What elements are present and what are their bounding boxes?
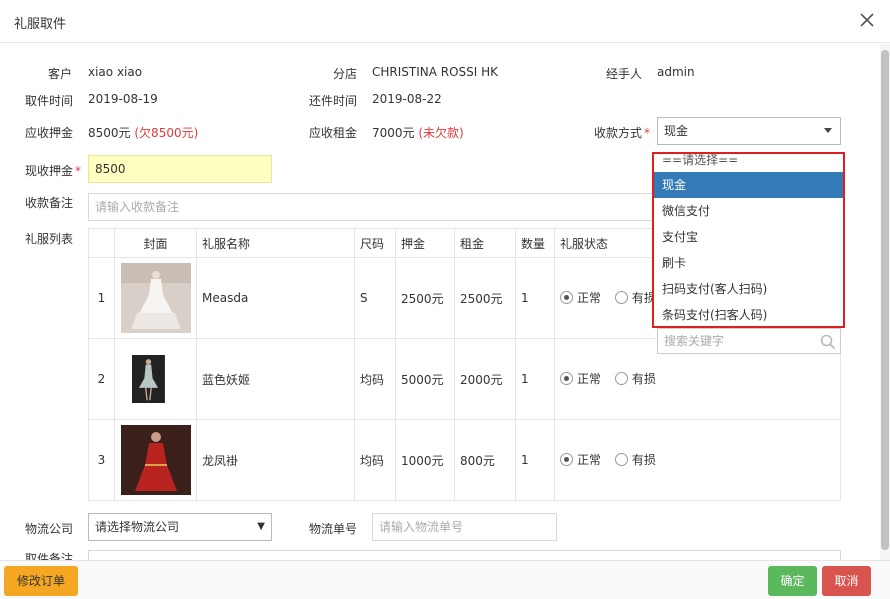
status-damaged-radio[interactable]: 有损	[614, 370, 656, 387]
rent-owed: (未欠款)	[418, 126, 464, 140]
status-normal-radio[interactable]: 正常	[560, 289, 601, 306]
handler-label: 经手人	[606, 67, 643, 81]
dress-rent: 2500元	[454, 257, 516, 339]
dress-list-label: 礼服列表	[25, 232, 74, 246]
pay-method-dropdown: ==请选择== 现金 微信支付 支付宝 刷卡 扫码支付(客人扫码) 条码支付(扫…	[652, 152, 845, 328]
logistics-number-label: 物流单号	[309, 522, 358, 536]
rent-due-label: 应收租金	[309, 126, 358, 140]
status-normal-radio[interactable]: 正常	[560, 451, 601, 468]
dress-name: 蓝色妖姬	[196, 338, 355, 420]
dress-deposit: 5000元	[395, 338, 455, 420]
confirm-button[interactable]: 确定	[768, 566, 817, 596]
col-size: 尺码	[354, 228, 396, 258]
dropdown-option[interactable]: 扫码支付(客人扫码)	[654, 276, 843, 302]
handler-value: admin	[657, 65, 695, 79]
dress-deposit: 1000元	[395, 419, 455, 501]
dropdown-option-selected[interactable]: 现金	[654, 172, 843, 198]
close-icon[interactable]	[856, 9, 878, 31]
scrollbar-thumb[interactable]	[881, 50, 889, 550]
status-damaged-radio[interactable]: 有损	[614, 451, 656, 468]
pay-method-select[interactable]: 现金	[657, 117, 841, 145]
status-normal-radio[interactable]: 正常	[560, 370, 601, 387]
row-index: 2	[88, 338, 115, 420]
dress-deposit: 2500元	[395, 257, 455, 339]
dialog-title: 礼服取件	[14, 17, 67, 32]
logistics-company-select[interactable]: 请选择物流公司 ▼	[88, 513, 272, 541]
logistics-number-input[interactable]: 请输入物流单号	[372, 513, 557, 541]
dropdown-option[interactable]: 条码支付(扫客人码)	[654, 302, 843, 328]
dress-size: S	[354, 257, 396, 339]
col-name: 礼服名称	[196, 228, 355, 258]
pickup-time-label: 取件时间	[25, 94, 74, 108]
deposit-due-value: 8500元 (欠8500元)	[88, 126, 199, 140]
triangle-down-icon: ▼	[257, 521, 265, 532]
dialog-footer: 修改订单 确定 取消	[0, 560, 890, 599]
dialog-titlebar: 礼服取件	[0, 0, 890, 43]
pickup-time-value: 2019-08-19	[88, 92, 158, 106]
dropdown-option[interactable]: 微信支付	[654, 198, 843, 224]
dress-name: 龙凤褂	[196, 419, 355, 501]
row-index: 1	[88, 257, 115, 339]
rent-due-value: 7000元 (未欠款)	[372, 126, 464, 140]
logistics-company-label: 物流公司	[25, 522, 74, 536]
cur-deposit-label: 现收押金 *	[25, 164, 82, 178]
col-deposit: 押金	[395, 228, 455, 258]
customer-value: xiao xiao	[88, 65, 143, 79]
dress-thumbnail	[114, 257, 197, 339]
dropdown-option[interactable]: 刷卡	[654, 250, 843, 276]
dress-rent: 800元	[454, 419, 516, 501]
dropdown-option[interactable]: 支付宝	[654, 224, 843, 250]
branch-label: 分店	[333, 67, 358, 81]
dress-size: 均码	[354, 338, 396, 420]
pay-method-label: 收款方式 *	[594, 126, 651, 140]
branch-value: CHRISTINA ROSSI HK	[372, 65, 499, 79]
customer-label: 客户	[48, 67, 73, 81]
status-damaged-radio[interactable]: 有损	[614, 289, 656, 306]
col-rent: 租金	[454, 228, 516, 258]
col-index	[88, 228, 115, 258]
table-row: 3 龙凤褂 均码 1000元 800元 1 正常 有损	[88, 419, 841, 501]
col-cover: 封面	[114, 228, 197, 258]
dress-qty: 1	[515, 257, 555, 339]
deposit-due-label: 应收押金	[25, 126, 74, 140]
modify-order-button[interactable]: 修改订单	[4, 566, 78, 596]
remark-label: 收款备注	[25, 196, 74, 210]
return-time-value: 2019-08-22	[372, 92, 442, 106]
col-qty: 数量	[515, 228, 555, 258]
dropdown-option[interactable]: ==请选择==	[654, 154, 843, 172]
pickup-remark-label: 取件备注	[25, 552, 74, 560]
search-icon	[820, 334, 836, 350]
cur-deposit-input[interactable]: 8500	[88, 155, 272, 183]
cancel-button[interactable]: 取消	[822, 566, 871, 596]
row-index: 3	[88, 419, 115, 501]
dropdown-search-input[interactable]: 搜索关键字	[657, 328, 841, 354]
deposit-owed: (欠8500元)	[134, 126, 199, 140]
dress-size: 均码	[354, 419, 396, 501]
pickup-remark-input[interactable]	[88, 550, 841, 560]
dress-status: 正常 有损	[554, 419, 841, 501]
dress-rent: 2000元	[454, 338, 516, 420]
dress-qty: 1	[515, 338, 555, 420]
chevron-down-icon	[824, 128, 832, 133]
dress-thumbnail	[114, 338, 197, 420]
dress-name: Measda	[196, 257, 355, 339]
dress-thumbnail	[114, 419, 197, 501]
return-time-label: 还件时间	[309, 94, 358, 108]
dress-qty: 1	[515, 419, 555, 501]
